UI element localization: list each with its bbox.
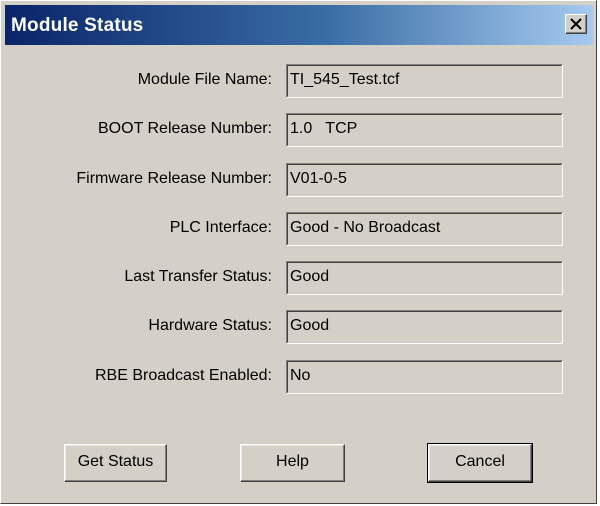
- boot-release-field: 1.0 TCP: [286, 113, 563, 147]
- boot-release-value: 1.0 TCP: [290, 120, 358, 137]
- firmware-release-row: Firmware Release Number: V01-0-5: [1, 163, 598, 197]
- module-status-dialog: Module Status Module File Name: TI_545_T…: [0, 0, 597, 504]
- help-button[interactable]: Help: [240, 444, 345, 482]
- plc-interface-value: Good - No Broadcast: [290, 219, 441, 236]
- title-bar[interactable]: Module Status: [5, 5, 593, 45]
- plc-interface-label: PLC Interface:: [169, 219, 272, 236]
- dialog-title: Module Status: [11, 15, 144, 36]
- get-status-button[interactable]: Get Status: [64, 444, 167, 482]
- hardware-status-label: Hardware Status:: [148, 317, 272, 334]
- last-transfer-value: Good: [290, 268, 330, 285]
- module-file-name-row: Module File Name: TI_545_Test.tcf: [1, 64, 598, 98]
- rbe-broadcast-field: No: [286, 360, 563, 394]
- hardware-status-row: Hardware Status: Good: [1, 310, 598, 344]
- close-button[interactable]: [565, 14, 587, 34]
- module-file-name-label: Module File Name:: [137, 71, 272, 88]
- last-transfer-label: Last Transfer Status:: [124, 268, 272, 285]
- cancel-button[interactable]: Cancel: [427, 443, 533, 483]
- rbe-broadcast-label: RBE Broadcast Enabled:: [95, 367, 272, 384]
- close-icon: [570, 18, 582, 30]
- boot-release-row: BOOT Release Number: 1.0 TCP: [1, 113, 598, 147]
- boot-release-label: BOOT Release Number:: [98, 120, 272, 137]
- last-transfer-field: Good: [286, 261, 563, 295]
- module-file-name-field: TI_545_Test.tcf: [286, 64, 563, 98]
- rbe-broadcast-row: RBE Broadcast Enabled: No: [1, 360, 598, 394]
- hardware-status-value: Good: [290, 317, 330, 334]
- firmware-release-label: Firmware Release Number:: [76, 170, 272, 187]
- firmware-release-value: V01-0-5: [290, 170, 347, 187]
- module-file-name-value: TI_545_Test.tcf: [290, 71, 400, 88]
- firmware-release-field: V01-0-5: [286, 163, 563, 197]
- hardware-status-field: Good: [286, 310, 563, 344]
- rbe-broadcast-value: No: [290, 367, 311, 384]
- plc-interface-row: PLC Interface: Good - No Broadcast: [1, 212, 598, 246]
- last-transfer-row: Last Transfer Status: Good: [1, 261, 598, 295]
- plc-interface-field: Good - No Broadcast: [286, 212, 563, 246]
